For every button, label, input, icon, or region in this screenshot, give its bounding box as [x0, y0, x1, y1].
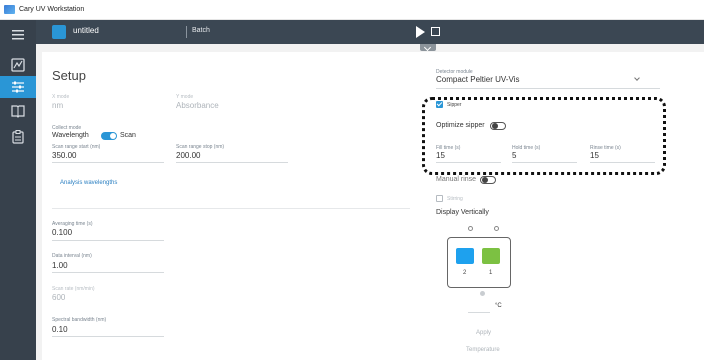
rinse-time-field[interactable]: 15 [590, 151, 599, 160]
scan-rate-field: 600 [52, 293, 66, 302]
temperature-label: Temperature [466, 347, 500, 353]
collect-mode-scan: Scan [120, 132, 136, 139]
temperature-unit: °C [495, 303, 502, 309]
detector-module-underline [436, 88, 660, 89]
setup-sliders-icon[interactable] [0, 76, 36, 98]
x-mode-field: nm [52, 101, 64, 110]
sipper-label: Sipper [447, 102, 462, 108]
optimize-sipper-toggle[interactable] [490, 122, 506, 130]
file-name[interactable]: untitled [73, 26, 99, 35]
scan-range-start-field[interactable]: 350.00 [52, 151, 76, 160]
apply-button[interactable]: Apply [476, 330, 491, 336]
batch-label[interactable]: Batch [192, 27, 210, 34]
cell-1-swatch[interactable] [482, 248, 500, 264]
scan-rate-label: Scan rate (nm/min) [52, 286, 95, 292]
data-interval-label: Data interval (nm) [52, 253, 92, 259]
spectral-bandwidth-underline [52, 336, 164, 337]
play-icon[interactable] [416, 26, 425, 38]
collect-mode-wavelength: Wavelength [52, 132, 89, 139]
sidebar [0, 20, 36, 360]
hold-time-underline [512, 162, 577, 163]
collect-mode-toggle[interactable] [101, 132, 117, 140]
temperature-input-underline[interactable] [468, 312, 490, 313]
sipper-highlight-box [422, 97, 666, 175]
analysis-wavelengths-link[interactable]: Analysis wavelengths [60, 180, 117, 186]
book-icon[interactable] [0, 100, 36, 122]
document-toolbar: untitled Batch [36, 20, 704, 44]
detector-module-select[interactable]: Compact Peltier UV-Vis [436, 75, 519, 84]
cell-2-radio[interactable] [468, 226, 473, 231]
app-icon [4, 5, 15, 14]
scan-range-stop-label: Scan range stop (nm) [176, 144, 225, 150]
manual-rinse-toggle[interactable] [480, 176, 496, 184]
spectral-bandwidth-label: Spectral bandwidth (nm) [52, 317, 107, 323]
scan-range-start-label: Scan range start (nm) [52, 144, 101, 150]
averaging-time-field[interactable]: 0.100 [52, 228, 72, 237]
cell-holder: 2 1 [447, 237, 511, 288]
manual-rinse-label: Manual rinse [436, 176, 477, 183]
averaging-time-label: Averaging time (s) [52, 221, 93, 227]
cell-1-radio[interactable] [494, 226, 499, 231]
menu-icon[interactable] [0, 24, 36, 46]
cell-2-swatch[interactable] [456, 248, 474, 264]
stop-icon[interactable] [431, 27, 440, 36]
y-mode-field: Absorbance [176, 101, 219, 110]
y-mode-label: Y mode [176, 94, 194, 100]
window-titlebar: Cary UV Workstation [0, 0, 704, 20]
optimize-sipper-label: Optimize sipper [436, 122, 485, 129]
scan-range-stop-field[interactable]: 200.00 [176, 151, 200, 160]
section-divider [52, 208, 410, 209]
data-interval-field[interactable]: 1.00 [52, 261, 68, 270]
scan-range-stop-underline [176, 162, 288, 163]
fill-time-underline [436, 162, 501, 163]
display-vertically-label: Display Vertically [436, 209, 489, 216]
x-mode-label: X mode [52, 94, 70, 100]
expand-toolbar-tab[interactable] [420, 44, 436, 51]
divider [186, 26, 187, 38]
stirring-label: Stirring [447, 196, 463, 202]
stirring-checkbox[interactable] [436, 195, 443, 202]
page-title: Setup [52, 68, 86, 83]
rinse-time-underline [590, 162, 655, 163]
window-title: Cary UV Workstation [19, 6, 85, 13]
cell-1-label: 1 [489, 270, 493, 276]
scan-range-start-underline [52, 162, 164, 163]
averaging-time-underline [52, 240, 164, 241]
graph-icon[interactable] [0, 54, 36, 76]
document-icon [52, 25, 66, 39]
indicator-dot [480, 291, 485, 296]
cell-2-label: 2 [463, 270, 467, 276]
data-interval-underline [52, 272, 164, 273]
hold-time-field[interactable]: 5 [512, 151, 516, 160]
fill-time-field[interactable]: 15 [436, 151, 445, 160]
sipper-checkbox[interactable] [436, 101, 443, 108]
clipboard-icon[interactable] [0, 126, 36, 148]
spectral-bandwidth-field[interactable]: 0.10 [52, 325, 68, 334]
collect-mode-label: Collect mode [52, 125, 82, 131]
